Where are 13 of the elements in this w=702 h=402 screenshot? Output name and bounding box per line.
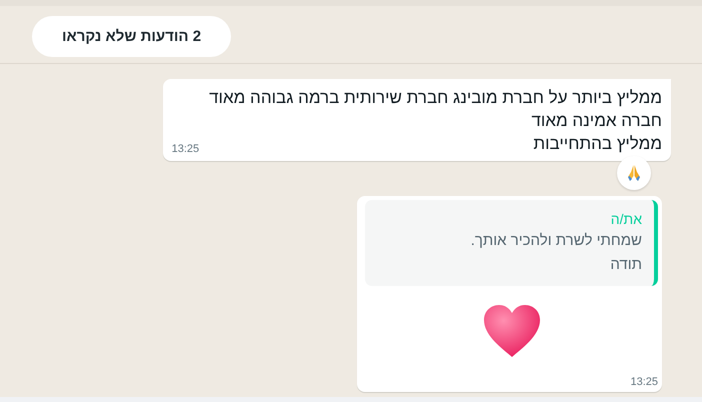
- message-text: ממליץ בהתחייבות: [532, 133, 662, 155]
- praying-hands-icon: [626, 164, 642, 182]
- message-text: ממליץ ביותר על חברת מובינג חברת שירותית ברמה גבוהה מאוד: [209, 87, 662, 109]
- quote-text: שמחתי לשרת ולהכיר אותך.: [470, 231, 642, 251]
- message-time: 13:25: [172, 143, 200, 155]
- message-text: חברה אמינה מאוד: [530, 110, 662, 132]
- quote-author: את/ה: [610, 210, 642, 229]
- quote-text: תודה: [609, 255, 642, 275]
- unread-messages-banner: 2 הודעות שלא נקראו: [32, 16, 232, 57]
- heart-icon: [482, 304, 540, 358]
- quoted-message[interactable]: את/ה שמחתי לשרת ולהכיר אותך. תודה: [365, 200, 658, 286]
- reaction-badge[interactable]: [617, 156, 651, 190]
- message-time: 13:25: [630, 376, 658, 388]
